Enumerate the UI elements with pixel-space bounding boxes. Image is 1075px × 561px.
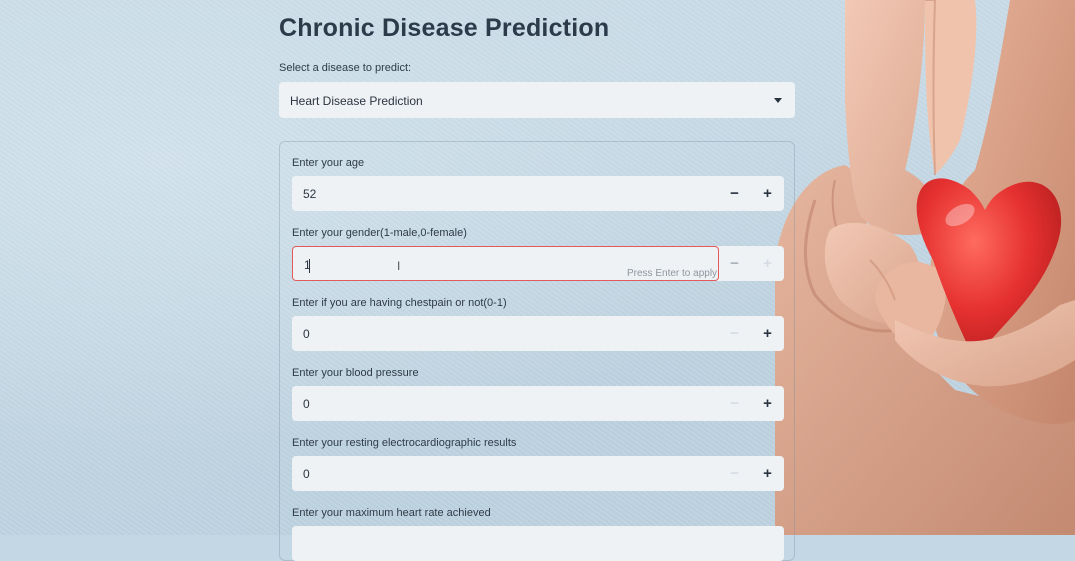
chestpain-input[interactable]: 0 − + bbox=[292, 316, 784, 351]
minus-icon: − bbox=[730, 255, 739, 272]
chestpain-decrement-button[interactable]: − bbox=[718, 316, 751, 351]
prediction-form: Enter your age 52 − + Enter your gender(… bbox=[279, 141, 795, 561]
plus-icon: + bbox=[763, 185, 772, 202]
age-input[interactable]: 52 − + bbox=[292, 176, 784, 211]
minus-icon: − bbox=[730, 395, 739, 412]
blood-pressure-value: 0 bbox=[303, 397, 310, 411]
ecg-input[interactable]: 0 − + bbox=[292, 456, 784, 491]
blood-pressure-input[interactable]: 0 − + bbox=[292, 386, 784, 421]
ecg-increment-button[interactable]: + bbox=[751, 456, 784, 491]
chestpain-label: Enter if you are having chestpain or not… bbox=[292, 297, 507, 309]
page-title: Chronic Disease Prediction bbox=[279, 14, 610, 42]
gender-label: Enter your gender(1-male,0-female) bbox=[292, 227, 467, 239]
disease-select[interactable]: Heart Disease Prediction bbox=[279, 82, 795, 118]
gender-input[interactable]: 1 I Press Enter to apply − + bbox=[292, 246, 784, 281]
age-decrement-button[interactable]: − bbox=[718, 176, 751, 211]
blood-pressure-decrement-button[interactable]: − bbox=[718, 386, 751, 421]
chestpain-increment-button[interactable]: + bbox=[751, 316, 784, 351]
plus-icon: + bbox=[763, 395, 772, 412]
plus-icon: + bbox=[763, 465, 772, 482]
hands-heart-illustration bbox=[775, 0, 1075, 535]
gender-increment-button[interactable]: + bbox=[751, 246, 784, 281]
max-heart-rate-label: Enter your maximum heart rate achieved bbox=[292, 507, 491, 519]
blood-pressure-increment-button[interactable]: + bbox=[751, 386, 784, 421]
hands-heart-image bbox=[775, 0, 1075, 535]
age-label: Enter your age bbox=[292, 157, 365, 169]
disease-select-label: Select a disease to predict: bbox=[279, 62, 412, 74]
minus-icon: − bbox=[730, 465, 739, 482]
chevron-down-icon bbox=[774, 98, 782, 103]
gender-text-box[interactable]: 1 I Press Enter to apply bbox=[292, 246, 719, 281]
press-enter-hint: Press Enter to apply bbox=[627, 268, 718, 279]
plus-icon: + bbox=[763, 325, 772, 342]
max-heart-rate-input[interactable] bbox=[292, 526, 784, 561]
blood-pressure-label: Enter your blood pressure bbox=[292, 367, 419, 379]
age-increment-button[interactable]: + bbox=[751, 176, 784, 211]
chestpain-value: 0 bbox=[303, 327, 310, 341]
text-cursor bbox=[309, 259, 310, 273]
ecg-decrement-button[interactable]: − bbox=[718, 456, 751, 491]
disease-select-value: Heart Disease Prediction bbox=[290, 94, 423, 108]
minus-icon: − bbox=[730, 325, 739, 342]
plus-icon: + bbox=[763, 255, 772, 272]
minus-icon: − bbox=[730, 185, 739, 202]
ecg-label: Enter your resting electrocardiographic … bbox=[292, 437, 517, 449]
ecg-value: 0 bbox=[303, 467, 310, 481]
age-value: 52 bbox=[303, 187, 317, 201]
gender-decrement-button[interactable]: − bbox=[718, 246, 751, 281]
ibeam-cursor-icon: I bbox=[397, 259, 401, 273]
